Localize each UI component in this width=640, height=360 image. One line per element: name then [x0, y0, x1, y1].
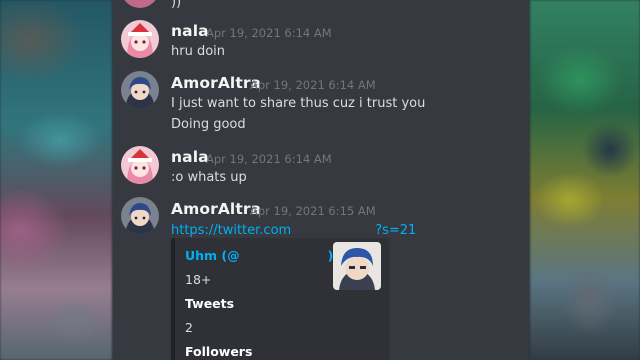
avatar[interactable]	[121, 197, 159, 235]
embed-author[interactable]: Uhm (@)	[185, 248, 333, 263]
message-text: I just want to share thus cuz i trust yo…	[171, 96, 426, 111]
previous-message-partial: ))	[113, 0, 529, 12]
timestamp: Apr 19, 2021 6:14 AM	[250, 78, 376, 92]
link-text-start[interactable]: https://twitter.com	[171, 223, 291, 238]
nala-avatar-image	[121, 146, 159, 184]
username[interactable]: nala	[171, 22, 209, 40]
twitter-link[interactable]: https://twitter.com ?s=21	[171, 222, 416, 238]
timestamp: Apr 19, 2021 6:14 AM	[206, 26, 332, 40]
embed-field-value: 2	[185, 320, 193, 335]
message-text: :o whats up	[171, 170, 247, 185]
avatar-partial[interactable]	[121, 0, 159, 8]
embed-description: 18+	[185, 272, 212, 287]
message-text: hru doin	[171, 44, 226, 59]
username[interactable]: AmorAltra	[171, 74, 261, 92]
embed-field-name: Tweets	[185, 296, 235, 311]
embed-author-prefix[interactable]: Uhm (@	[185, 248, 240, 263]
redaction-block	[239, 248, 328, 262]
embed-field-name: Followers	[185, 344, 253, 359]
avatar[interactable]	[121, 20, 159, 58]
blurred-background-right	[530, 0, 640, 360]
profile-thumbnail-image	[333, 242, 381, 290]
redaction-block	[291, 222, 376, 236]
link-text-end[interactable]: ?s=21	[375, 223, 416, 238]
amoraltra-avatar-image	[121, 197, 159, 235]
blurred-background-left	[0, 0, 112, 360]
avatar[interactable]	[121, 71, 159, 109]
timestamp: Apr 19, 2021 6:14 AM	[206, 152, 332, 166]
username[interactable]: nala	[171, 148, 209, 166]
username[interactable]: AmorAltra	[171, 200, 261, 218]
message-text: Doing good	[171, 117, 246, 132]
avatar[interactable]	[121, 146, 159, 184]
nala-avatar-image	[121, 20, 159, 58]
timestamp: Apr 19, 2021 6:15 AM	[250, 204, 376, 218]
amoraltra-avatar-image	[121, 71, 159, 109]
message-text: ))	[171, 0, 182, 10]
embed-thumbnail[interactable]	[333, 242, 381, 290]
chat-panel: )) nala Apr 19, 2021 6:14 AM hru doin Am…	[113, 0, 529, 360]
